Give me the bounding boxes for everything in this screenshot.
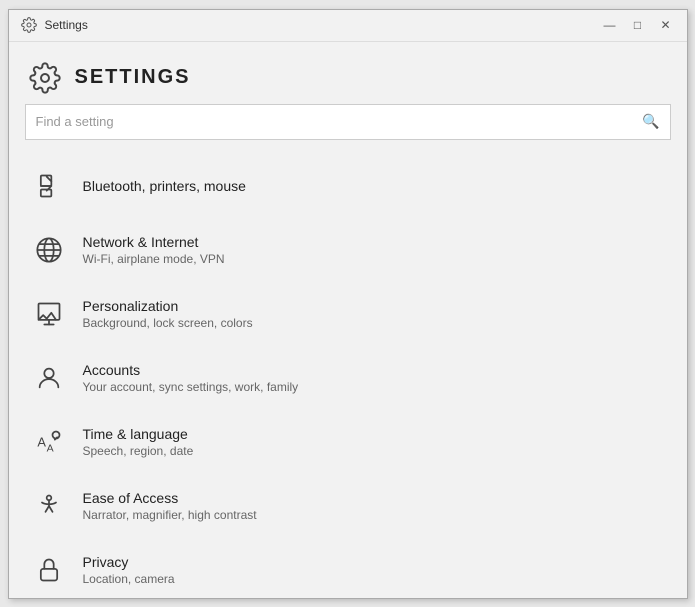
personalization-subtitle: Background, lock screen, colors bbox=[83, 316, 253, 330]
privacy-subtitle: Location, camera bbox=[83, 572, 175, 586]
ease-title: Ease of Access bbox=[83, 490, 257, 506]
accounts-title: Accounts bbox=[83, 362, 299, 378]
bluetooth-icon bbox=[31, 168, 67, 204]
privacy-title: Privacy bbox=[83, 554, 175, 570]
privacy-icon bbox=[31, 552, 67, 588]
accounts-icon bbox=[31, 360, 67, 396]
ease-text: Ease of Access Narrator, magnifier, high… bbox=[83, 490, 257, 522]
svg-text:A: A bbox=[46, 442, 53, 454]
settings-item-privacy[interactable]: Privacy Location, camera bbox=[9, 538, 687, 598]
settings-item-network[interactable]: Network & Internet Wi-Fi, airplane mode,… bbox=[9, 218, 687, 282]
settings-item-accounts[interactable]: Accounts Your account, sync settings, wo… bbox=[9, 346, 687, 410]
window-title: Settings bbox=[45, 18, 88, 32]
title-bar-controls: — □ ✕ bbox=[597, 14, 679, 36]
accounts-text: Accounts Your account, sync settings, wo… bbox=[83, 362, 299, 394]
settings-content: SETTINGS 🔍 Bluetooth, printers, mouse bbox=[9, 42, 687, 598]
title-bar: Settings — □ ✕ bbox=[9, 10, 687, 42]
bluetooth-text: Bluetooth, printers, mouse bbox=[83, 178, 246, 194]
settings-item-personalization[interactable]: Personalization Background, lock screen,… bbox=[9, 282, 687, 346]
header-settings-icon bbox=[29, 62, 61, 94]
settings-icon bbox=[21, 17, 37, 33]
privacy-text: Privacy Location, camera bbox=[83, 554, 175, 586]
settings-item-ease[interactable]: Ease of Access Narrator, magnifier, high… bbox=[9, 474, 687, 538]
settings-item-time[interactable]: A A Time & language Speech, region, date bbox=[9, 410, 687, 474]
time-text: Time & language Speech, region, date bbox=[83, 426, 194, 458]
minimize-button[interactable]: — bbox=[597, 14, 623, 36]
network-icon bbox=[31, 232, 67, 268]
personalization-text: Personalization Background, lock screen,… bbox=[83, 298, 253, 330]
ease-icon bbox=[31, 488, 67, 524]
search-bar[interactable]: 🔍 bbox=[25, 104, 671, 140]
network-subtitle: Wi-Fi, airplane mode, VPN bbox=[83, 252, 225, 266]
network-text: Network & Internet Wi-Fi, airplane mode,… bbox=[83, 234, 225, 266]
bluetooth-title: Bluetooth, printers, mouse bbox=[83, 178, 246, 194]
settings-item-bluetooth[interactable]: Bluetooth, printers, mouse bbox=[9, 154, 687, 218]
time-title: Time & language bbox=[83, 426, 194, 442]
title-bar-left: Settings bbox=[21, 17, 88, 33]
search-input[interactable] bbox=[36, 114, 643, 129]
search-icon: 🔍 bbox=[642, 113, 659, 130]
maximize-button[interactable]: □ bbox=[625, 14, 651, 36]
time-icon: A A bbox=[31, 424, 67, 460]
accounts-subtitle: Your account, sync settings, work, famil… bbox=[83, 380, 299, 394]
settings-window: Settings — □ ✕ SETTINGS 🔍 bbox=[8, 9, 688, 599]
personalization-icon bbox=[31, 296, 67, 332]
settings-list: Bluetooth, printers, mouse Network & Int… bbox=[9, 150, 687, 598]
close-button[interactable]: ✕ bbox=[653, 14, 679, 36]
time-subtitle: Speech, region, date bbox=[83, 444, 194, 458]
network-title: Network & Internet bbox=[83, 234, 225, 250]
svg-text:A: A bbox=[37, 434, 46, 449]
ease-subtitle: Narrator, magnifier, high contrast bbox=[83, 508, 257, 522]
page-title: SETTINGS bbox=[75, 66, 191, 89]
personalization-title: Personalization bbox=[83, 298, 253, 314]
settings-header: SETTINGS bbox=[9, 42, 687, 104]
